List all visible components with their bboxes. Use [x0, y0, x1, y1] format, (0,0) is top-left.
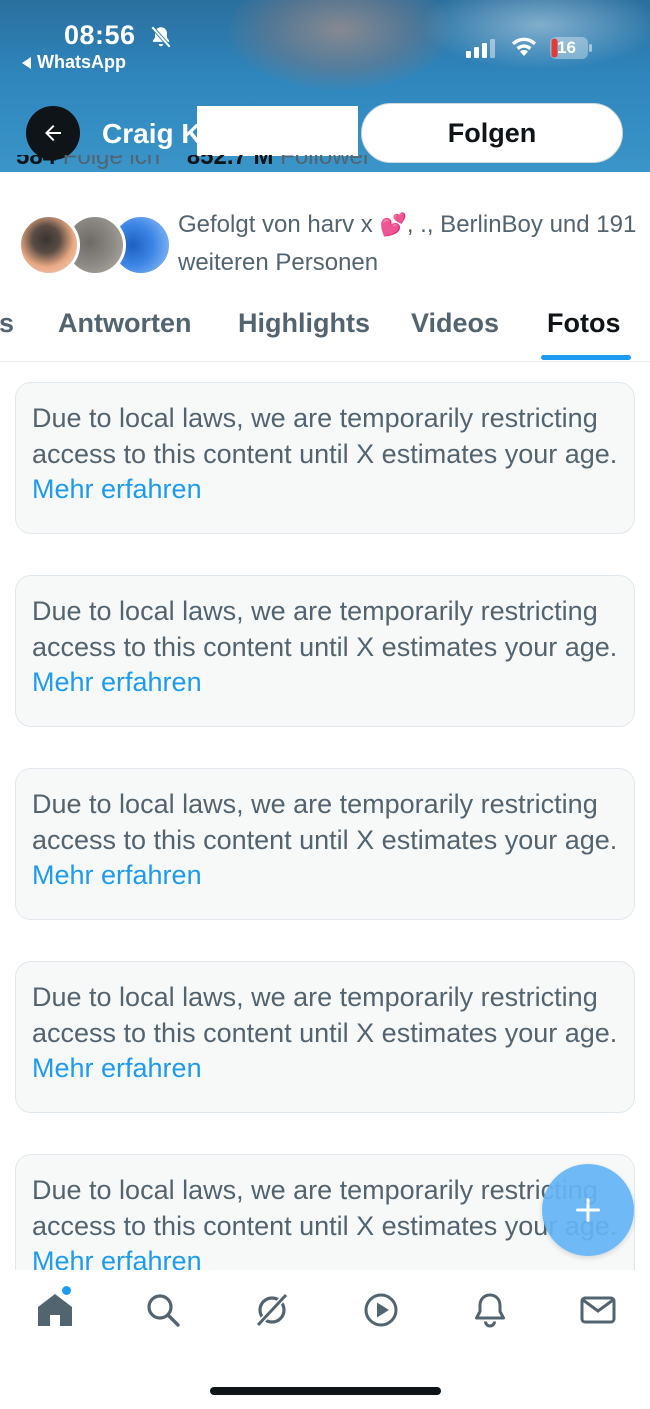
status-time: 08:56 [64, 20, 136, 50]
followed-by-text: Gefolgt von harv x 💕, ., BerlinBoy und 1… [178, 206, 640, 282]
active-tab-indicator [541, 355, 631, 360]
followed-by-prefix: Gefolgt von harv x [178, 211, 373, 238]
wifi-icon [512, 37, 536, 56]
messages-envelope-icon[interactable] [578, 1290, 618, 1330]
follower-avatars [18, 214, 172, 276]
age-restriction-notice: Due to local laws, we are temporarily re… [15, 768, 635, 920]
age-restriction-notice: Due to local laws, we are temporarily re… [15, 575, 635, 727]
back-button[interactable] [26, 106, 80, 160]
learn-more-link[interactable]: Mehr erfahren [32, 474, 202, 504]
notification-dot [62, 1286, 71, 1295]
avatar [18, 214, 80, 276]
bell-muted-icon [150, 25, 172, 49]
followed-by-row[interactable]: Gefolgt von harv x 💕, ., BerlinBoy und 1… [0, 200, 650, 290]
grok-icon[interactable] [252, 1290, 292, 1330]
home-icon[interactable] [35, 1290, 75, 1330]
tab-photos[interactable]: Fotos [547, 308, 621, 339]
notice-text: Due to local laws, we are temporarily re… [32, 789, 618, 855]
battery-level: 16 [557, 38, 576, 57]
plus-icon [576, 1198, 600, 1222]
following-count[interactable]: 584 [16, 155, 56, 170]
tab-replies[interactable]: Antworten [58, 308, 191, 339]
notifications-bell-icon[interactable] [470, 1290, 510, 1330]
back-triangle-icon [22, 56, 31, 69]
heart-emoji: 💕 [379, 212, 407, 237]
arrow-left-icon [45, 125, 61, 141]
notice-text: Due to local laws, we are temporarily re… [32, 982, 618, 1048]
back-to-app-link[interactable]: WhatsApp [22, 52, 126, 73]
video-play-icon[interactable] [361, 1290, 401, 1330]
followers-label: Follower [280, 155, 371, 170]
learn-more-link[interactable]: Mehr erfahren [32, 860, 202, 890]
following-label: Folge ich [62, 155, 161, 170]
learn-more-link[interactable]: Mehr erfahren [32, 1053, 202, 1083]
profile-banner: 08:56 WhatsApp 16 Craig K Folgen [0, 0, 650, 172]
learn-more-link[interactable]: Mehr erfahren [32, 667, 202, 697]
profile-stats: 584 Folge ich 852.7 M Follower [16, 155, 650, 177]
notice-text: Due to local laws, we are temporarily re… [32, 1175, 618, 1241]
compose-button[interactable] [542, 1164, 634, 1256]
tab-posts[interactable]: ts [0, 308, 14, 339]
cellular-signal-icon [466, 38, 495, 58]
age-restriction-notice: Due to local laws, we are temporarily re… [15, 382, 635, 534]
followers-count[interactable]: 852.7 M [187, 155, 274, 170]
profile-tabs: ts Antworten Highlights Videos Fotos [0, 298, 650, 362]
redaction-box [197, 106, 358, 156]
back-app-label: WhatsApp [37, 52, 126, 72]
tab-highlights[interactable]: Highlights [238, 308, 370, 339]
status-bar: 08:56 WhatsApp 16 [0, 0, 650, 80]
notice-text: Due to local laws, we are temporarily re… [32, 403, 618, 469]
tab-videos[interactable]: Videos [411, 308, 499, 339]
search-icon[interactable] [143, 1290, 183, 1330]
follow-button[interactable]: Folgen [361, 103, 623, 163]
notice-text: Due to local laws, we are temporarily re… [32, 596, 618, 662]
age-restriction-notice: Due to local laws, we are temporarily re… [15, 961, 635, 1113]
profile-name: Craig K [102, 118, 202, 149]
home-indicator [210, 1387, 441, 1395]
